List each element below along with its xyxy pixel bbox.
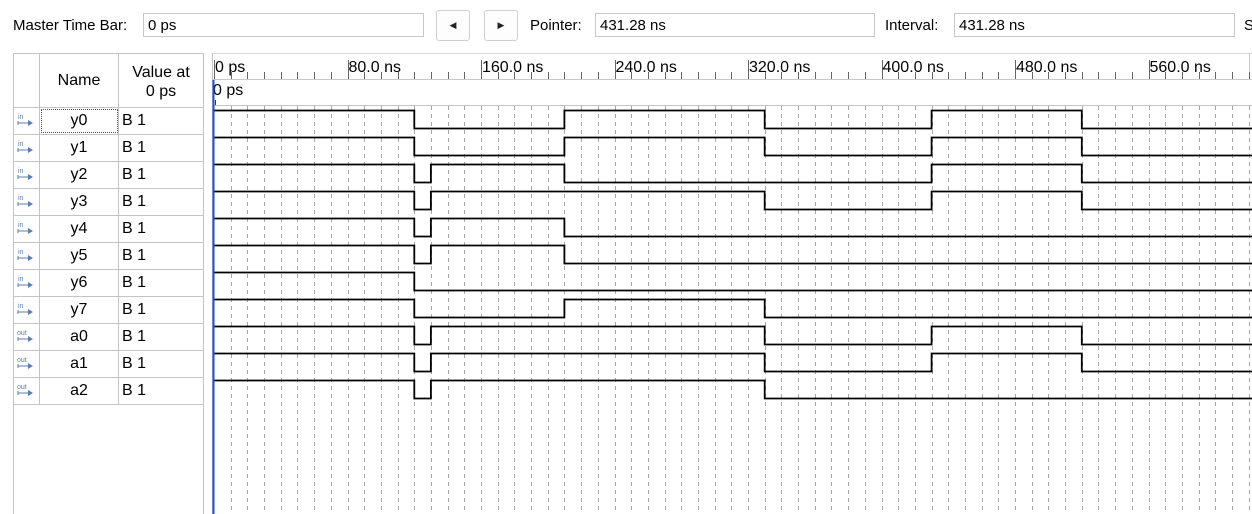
signal-name[interactable]: a2	[40, 378, 119, 404]
signal-value: B 1	[122, 247, 147, 264]
input-pin-icon: in	[14, 162, 40, 188]
input-pin-icon: in	[14, 243, 40, 269]
input-pin-icon: in	[14, 216, 40, 242]
signal-name[interactable]: y2	[40, 162, 119, 188]
signal-name[interactable]: y1	[40, 135, 119, 161]
toolbar: Master Time Bar: 0 ps ◀ ▶ Pointer: 431.2…	[0, 0, 1252, 52]
master-time-bar-label: Master Time Bar:	[13, 17, 128, 34]
tick-label: 400.0 ns	[883, 59, 944, 76]
waveform-pane[interactable]: 0 ps 80.0 ns 160.0 ns 240.0 ns 320.0 ns 400.0…	[206, 53, 1252, 514]
signal-row-y6[interactable]: in y6 B 1	[14, 270, 203, 297]
svg-text:in: in	[18, 168, 24, 175]
signal-row-y3[interactable]: in y3 B 1	[14, 189, 203, 216]
svg-text:in: in	[18, 249, 24, 256]
signal-row-y7[interactable]: in y7 B 1	[14, 297, 203, 324]
signal-value: B 1	[122, 355, 147, 372]
interval-field[interactable]: 431.28 ns	[954, 13, 1235, 37]
svg-text:in: in	[18, 276, 24, 283]
signal-row-y2[interactable]: in y2 B 1	[14, 162, 203, 189]
signal-table-header: Name Value at 0 ps	[14, 54, 203, 108]
signal-value: B 1	[122, 328, 147, 345]
signal-row-y0[interactable]: in y0 B 1	[14, 108, 203, 135]
input-pin-icon: in	[14, 108, 40, 134]
waveform-a0[interactable]	[214, 325, 1252, 346]
signal-value: B 1	[122, 382, 147, 399]
svg-text:out: out	[17, 357, 27, 364]
svg-text:out: out	[17, 384, 27, 391]
svg-text:in: in	[18, 114, 24, 121]
signal-row-y5[interactable]: in y5 B 1	[14, 243, 203, 270]
signal-value: B 1	[122, 193, 147, 210]
input-pin-icon: in	[14, 297, 40, 323]
tick-label: 80.0 ns	[349, 59, 401, 76]
signal-value: B 1	[122, 166, 147, 183]
signal-row-a2[interactable]: out a2 B 1	[14, 378, 203, 405]
waveform-y2[interactable]	[214, 163, 1252, 184]
master-time-bar-field[interactable]: 0 ps	[143, 13, 424, 37]
triangle-left-icon: ◀	[449, 20, 457, 30]
triangle-right-icon: ▶	[497, 20, 505, 30]
waveform-y6[interactable]	[214, 271, 1252, 292]
pointer-field[interactable]: 431.28 ns	[595, 13, 875, 37]
tick-label: 480.0 ns	[1016, 59, 1077, 76]
svg-text:in: in	[18, 222, 24, 229]
signal-row-a0[interactable]: out a0 B 1	[14, 324, 203, 351]
waveform-y4[interactable]	[214, 217, 1252, 238]
signal-row-a1[interactable]: out a1 B 1	[14, 351, 203, 378]
svg-text:out: out	[17, 330, 27, 337]
output-pin-icon: out	[14, 324, 40, 350]
signal-table: Name Value at 0 ps in y0 B 1 in y1 B 1 in y2 B 1…	[13, 53, 204, 514]
signal-name[interactable]: y5	[40, 243, 119, 269]
svg-text:in: in	[18, 303, 24, 310]
signal-value: B 1	[122, 139, 147, 156]
waveform-y3[interactable]	[214, 190, 1252, 211]
signal-name[interactable]: y4	[40, 216, 119, 242]
waveform-y1[interactable]	[214, 136, 1252, 157]
tick-label: 160.0 ns	[482, 59, 543, 76]
signal-row-y4[interactable]: in y4 B 1	[14, 216, 203, 243]
next-transition-button[interactable]: ▶	[484, 10, 518, 41]
name-column-header[interactable]: Name	[40, 54, 119, 107]
input-pin-icon: in	[14, 270, 40, 296]
pointer-label: Pointer:	[530, 17, 582, 34]
signal-name[interactable]: y7	[40, 297, 119, 323]
tick-label: 0 ps	[215, 59, 245, 76]
signal-value: B 1	[122, 274, 147, 291]
waveform-a1[interactable]	[214, 352, 1252, 373]
waveform-y7[interactable]	[214, 298, 1252, 319]
output-pin-icon: out	[14, 351, 40, 377]
signal-value: B 1	[122, 220, 147, 237]
previous-transition-button[interactable]: ◀	[436, 10, 470, 41]
waveform-canvas[interactable]: 0 ps 80.0 ns 160.0 ns 240.0 ns 320.0 ns 400.0…	[206, 53, 1252, 514]
input-pin-icon: in	[14, 135, 40, 161]
output-pin-icon: out	[14, 378, 40, 404]
input-pin-icon: in	[14, 189, 40, 215]
tick-label: 240.0 ns	[616, 59, 677, 76]
start-label-cut: S	[1244, 17, 1252, 34]
signal-name[interactable]: a0	[40, 324, 119, 350]
icon-column-header	[14, 54, 40, 107]
waveform-y0[interactable]	[214, 109, 1252, 130]
signal-value: B 1	[122, 112, 147, 129]
signal-row-y1[interactable]: in y1 B 1	[14, 135, 203, 162]
tick-label: 320.0 ns	[749, 59, 810, 76]
value-header-line1: Value at	[132, 64, 190, 81]
waveform-a2[interactable]	[214, 379, 1252, 400]
value-column-header[interactable]: Value at 0 ps	[119, 63, 203, 101]
signal-name[interactable]: y6	[40, 270, 119, 296]
time-bar-marker-label[interactable]: 0 ps	[213, 82, 243, 99]
signal-name[interactable]: y0	[40, 108, 119, 134]
svg-text:in: in	[18, 195, 24, 202]
signal-value: B 1	[122, 301, 147, 318]
interval-label: Interval:	[885, 17, 939, 34]
signal-name[interactable]: a1	[40, 351, 119, 377]
value-header-line2: 0 ps	[145, 83, 177, 100]
svg-text:in: in	[18, 141, 24, 148]
waveform-y5[interactable]	[214, 244, 1252, 265]
tick-label: 560.0 ns	[1150, 59, 1211, 76]
signal-name[interactable]: y3	[40, 189, 119, 215]
